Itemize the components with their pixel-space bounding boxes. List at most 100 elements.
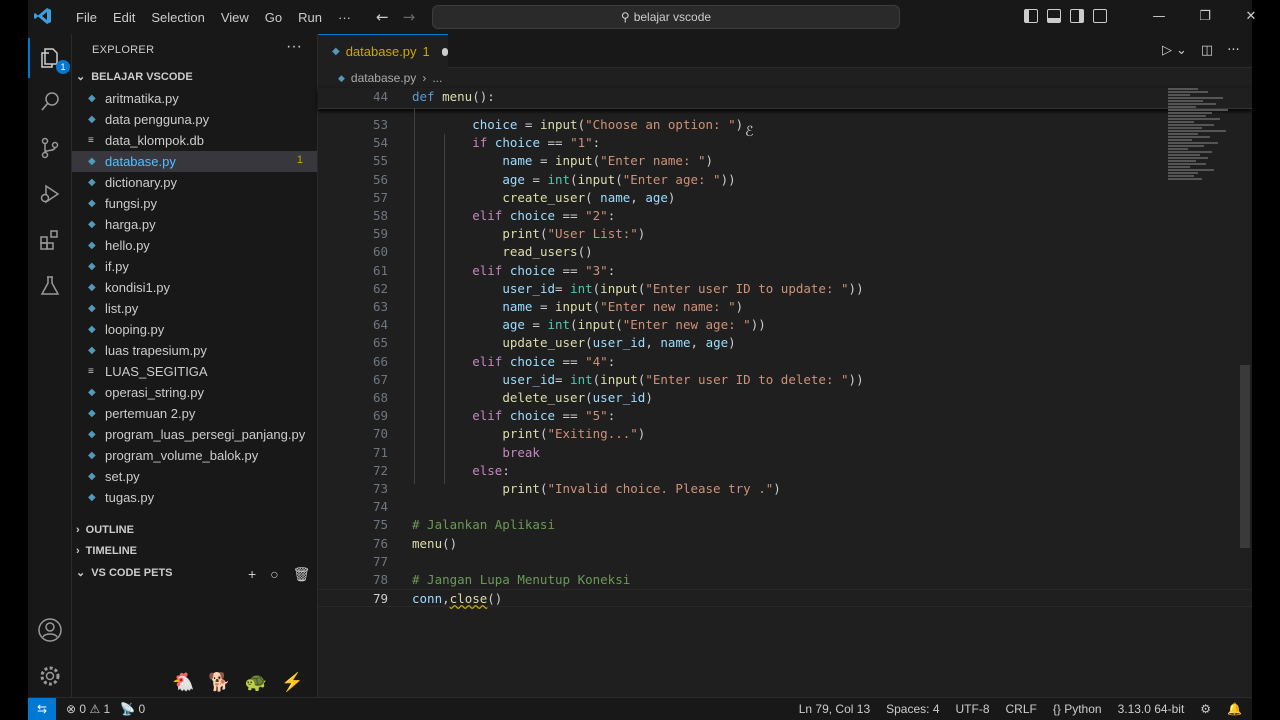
code-line[interactable]: 71 break <box>318 444 1252 462</box>
file-item[interactable]: ◆ luas trapesium.py <box>72 340 317 361</box>
tab-database-py[interactable]: ◆ database.py 1 <box>318 34 448 68</box>
code-line[interactable]: 60 read_users() <box>318 243 1252 261</box>
toggle-secondary-sidebar-icon[interactable] <box>1070 9 1084 23</box>
menu-item[interactable]: Edit <box>105 10 143 25</box>
vertical-scrollbar[interactable] <box>1240 365 1250 548</box>
menu-item[interactable]: ··· <box>330 10 359 25</box>
code-line[interactable]: 75 # Jalankan Aplikasi <box>318 516 1252 534</box>
code-line[interactable]: 57 create_user( name, age) <box>318 189 1252 207</box>
add-pet-icon[interactable]: + <box>248 566 256 583</box>
throw-ball-icon[interactable]: ○ <box>270 566 278 583</box>
code-line[interactable]: 63 name = input("Enter new name: ") <box>318 298 1252 316</box>
code-line[interactable]: 66 elif choice == "4": <box>318 353 1252 371</box>
code-line[interactable]: 54 if choice == "1": <box>318 134 1252 152</box>
file-item[interactable]: ◆ tugas.py <box>72 487 317 508</box>
problems-indicator[interactable]: ⊗ 0 ⚠ 1 <box>66 702 110 716</box>
code-line[interactable]: 67 user_id= int(input("Enter user ID to … <box>318 371 1252 389</box>
folder-header[interactable]: ⌄ BELAJAR VSCODE <box>76 70 193 84</box>
file-item[interactable]: ◆ program_volume_balok.py <box>72 445 317 466</box>
code-line[interactable]: 58 elif choice == "2": <box>318 207 1252 225</box>
code-line[interactable]: 56 age = int(input("Enter age: ")) <box>318 171 1252 189</box>
menu-item[interactable]: View <box>213 10 257 25</box>
run-dropdown-icon[interactable]: ⌄ <box>1176 43 1187 58</box>
split-editor-icon[interactable]: ◫ <box>1201 43 1213 58</box>
end-of-line[interactable]: CRLF <box>1006 702 1037 716</box>
code-line[interactable]: 55 name = input("Enter name: ") <box>318 152 1252 170</box>
minimap[interactable] <box>1168 88 1238 198</box>
more-actions-icon[interactable]: ··· <box>1227 43 1239 58</box>
toggle-primary-sidebar-icon[interactable] <box>1024 9 1038 23</box>
copilot-icon[interactable]: ⚙ <box>1200 702 1211 716</box>
file-item[interactable]: ≡ LUAS_SEGITIGA <box>72 361 317 382</box>
file-item[interactable]: ◆ kondisi1.py <box>72 277 317 298</box>
file-item[interactable]: ◆ if.py <box>72 256 317 277</box>
code-line[interactable]: 69 elif choice == "5": <box>318 407 1252 425</box>
file-item[interactable]: ◆ hello.py <box>72 235 317 256</box>
menu-item[interactable]: File <box>68 10 105 25</box>
pets-section[interactable]: ⌄ VS CODE PETS <box>76 566 173 580</box>
outline-section[interactable]: › OUTLINE <box>76 524 134 536</box>
run-debug-icon[interactable] <box>28 174 72 214</box>
remote-indicator-icon[interactable]: ⇆ <box>28 698 56 720</box>
code-line[interactable]: 79 conn,close() <box>318 589 1252 608</box>
code-line[interactable]: 76 menu() <box>318 535 1252 553</box>
close-icon[interactable]: ✕ <box>1228 0 1274 34</box>
minimize-icon[interactable]: — <box>1136 0 1182 34</box>
unsaved-dot-icon[interactable] <box>441 47 448 56</box>
file-item[interactable]: ◆ aritmatika.py <box>72 88 317 109</box>
code-line[interactable]: 78 # Jangan Lupa Menutup Koneksi <box>318 571 1252 589</box>
code-line[interactable]: 73 print("Invalid choice. Please try .") <box>318 480 1252 498</box>
toggle-panel-icon[interactable] <box>1047 9 1061 23</box>
menu-item[interactable]: Go <box>257 10 290 25</box>
file-item[interactable]: ◆ dictionary.py <box>72 172 317 193</box>
indentation[interactable]: Spaces: 4 <box>886 702 939 716</box>
file-item[interactable]: ◆ set.py <box>72 466 317 487</box>
file-item[interactable]: ◆ harga.py <box>72 214 317 235</box>
turtle-pet-icon[interactable]: 🐢 <box>245 672 267 693</box>
command-center-search[interactable]: ⚲ belajar vscode <box>432 5 900 29</box>
more-actions-icon[interactable]: ··· <box>286 38 302 56</box>
file-item[interactable]: ◆ list.py <box>72 298 317 319</box>
encoding[interactable]: UTF-8 <box>956 702 990 716</box>
python-interpreter[interactable]: 3.13.0 64-bit <box>1118 702 1185 716</box>
file-item[interactable]: ◆ looping.py <box>72 319 317 340</box>
code-line[interactable]: 53 choice = input("Choose an option: ") <box>318 116 1252 134</box>
code-line[interactable]: 74 <box>318 498 1252 516</box>
forward-arrow-icon[interactable]: → <box>403 8 416 26</box>
code-line[interactable]: 62 user_id= int(input("Enter user ID to … <box>318 280 1252 298</box>
breadcrumb-file[interactable]: database.py <box>351 71 416 85</box>
code-line[interactable]: 61 elif choice == "3": <box>318 262 1252 280</box>
file-item[interactable]: ◆ operasi_string.py <box>72 382 317 403</box>
chicken-pet-icon[interactable]: 🐔 <box>172 672 194 693</box>
code-editor[interactable]: 44 def menu(): 53 choice = input("Choose… <box>318 88 1252 697</box>
code-line[interactable]: 77 <box>318 553 1252 571</box>
code-line[interactable]: 68 delete_user(user_id) <box>318 389 1252 407</box>
language-mode[interactable]: {} Python <box>1053 702 1102 716</box>
delete-pet-icon[interactable]: 🗑 <box>293 566 311 583</box>
restore-icon[interactable]: ❐ <box>1182 0 1228 34</box>
account-icon[interactable] <box>28 610 72 650</box>
code-line[interactable]: 72 else: <box>318 462 1252 480</box>
explorer-icon[interactable]: 1 <box>28 38 72 78</box>
file-item[interactable]: ◆ program_luas_persegi_panjang.py <box>72 424 317 445</box>
run-file-icon[interactable]: ▷ <box>1162 43 1172 58</box>
menu-item[interactable]: Selection <box>143 10 212 25</box>
menu-item[interactable]: Run <box>290 10 330 25</box>
timeline-section[interactable]: › TIMELINE <box>76 545 137 557</box>
file-item[interactable]: ◆ database.py 1 <box>72 151 317 172</box>
code-line[interactable]: 64 age = int(input("Enter new age: ")) <box>318 316 1252 334</box>
ports-indicator[interactable]: 📡 0 <box>120 702 145 716</box>
file-item[interactable]: ◆ fungsi.py <box>72 193 317 214</box>
file-item[interactable]: ◆ pertemuan 2.py <box>72 403 317 424</box>
cursor-position[interactable]: Ln 79, Col 13 <box>799 702 870 716</box>
code-line[interactable]: 70 print("Exiting...") <box>318 425 1252 443</box>
customize-layout-icon[interactable] <box>1093 9 1107 23</box>
notifications-bell-icon[interactable]: 🔔 <box>1227 702 1242 716</box>
search-view-icon[interactable] <box>28 82 72 122</box>
lightning-pet-icon[interactable]: ⚡ <box>281 672 303 693</box>
testing-flask-icon[interactable] <box>28 266 72 306</box>
sticky-scroll-header[interactable]: 44 def menu(): <box>318 88 1252 109</box>
file-item[interactable]: ≡ data_klompok.db <box>72 130 317 151</box>
source-control-icon[interactable] <box>28 128 72 168</box>
code-line[interactable]: 65 update_user(user_id, name, age) <box>318 334 1252 352</box>
